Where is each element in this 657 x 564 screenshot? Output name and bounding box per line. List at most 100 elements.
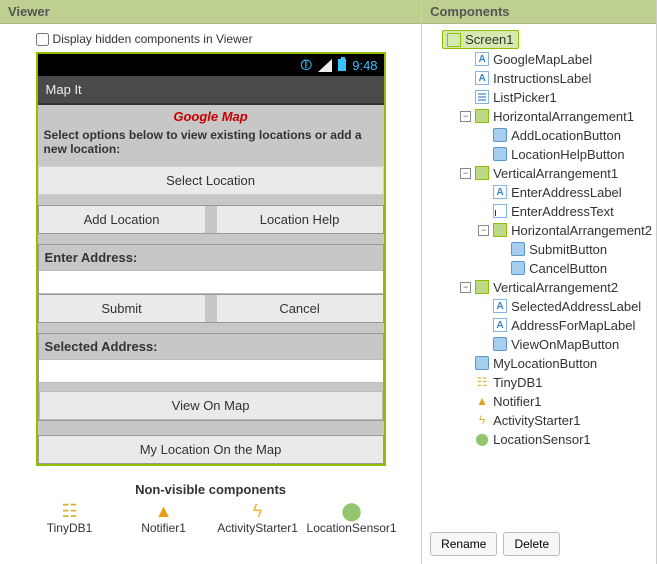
component-tree: Screen1 AGoogleMapLabel AInstructionsLab… bbox=[422, 24, 656, 524]
label-icon: A bbox=[493, 299, 507, 313]
vertical-arrangement-2[interactable]: Selected Address: View On Map bbox=[38, 333, 384, 421]
tree-node-horizontalarrangement2[interactable]: −HorizontalArrangement2 bbox=[478, 221, 652, 240]
database-icon: ☷ bbox=[61, 501, 77, 521]
tree-node-listpicker1[interactable]: ListPicker1 bbox=[460, 88, 652, 107]
button-icon bbox=[475, 356, 489, 370]
display-hidden-checkbox[interactable] bbox=[36, 33, 49, 46]
horizontal-arrangement-1[interactable]: Add Location Location Help bbox=[38, 205, 384, 234]
enter-address-label[interactable]: Enter Address: bbox=[39, 245, 383, 270]
bolt-icon: ϟ bbox=[253, 501, 263, 521]
harr2-gap bbox=[205, 295, 217, 322]
tree-node-addressformaplabel[interactable]: AAddressForMapLabel bbox=[478, 316, 652, 335]
pin-icon: ⬤ bbox=[341, 501, 361, 521]
collapse-icon[interactable]: − bbox=[460, 111, 471, 122]
tree-node-selectedaddresslabel[interactable]: ASelectedAddressLabel bbox=[478, 297, 652, 316]
tree-node-notifier1[interactable]: ▲Notifier1 bbox=[460, 392, 652, 411]
location-help-button[interactable]: Location Help bbox=[217, 206, 383, 233]
phone-preview: ⦷ 9:48 Map It Google Map Select options … bbox=[36, 52, 386, 466]
arrangement-icon bbox=[475, 280, 489, 294]
display-hidden-row: Display hidden components in Viewer bbox=[36, 32, 386, 46]
display-hidden-label: Display hidden components in Viewer bbox=[53, 32, 253, 46]
tree-node-locationsensor1[interactable]: ⬤LocationSensor1 bbox=[460, 430, 652, 449]
button-icon bbox=[511, 242, 525, 256]
screen-icon bbox=[447, 33, 461, 47]
label-icon: A bbox=[475, 52, 489, 66]
label-icon: A bbox=[493, 185, 507, 199]
collapse-icon[interactable]: − bbox=[460, 168, 471, 179]
label-icon: A bbox=[475, 71, 489, 85]
textbox-icon bbox=[493, 204, 507, 218]
components-panel: Components Screen1 AGoogleMapLabel AInst… bbox=[422, 0, 657, 564]
viewer-header: Viewer bbox=[0, 0, 421, 24]
button-icon bbox=[493, 128, 507, 142]
tree-node-submitbutton[interactable]: SubmitButton bbox=[496, 240, 652, 259]
nonvisible-tinydb[interactable]: ☷ TinyDB1 bbox=[30, 501, 110, 535]
tree-node-addlocationbutton[interactable]: AddLocationButton bbox=[478, 126, 652, 145]
button-icon bbox=[493, 337, 507, 351]
wifi-icon: ⦷ bbox=[300, 57, 312, 74]
nonvisible-title: Non-visible components bbox=[135, 482, 286, 497]
component-buttons: Rename Delete bbox=[422, 524, 656, 564]
rename-button[interactable]: Rename bbox=[430, 532, 497, 556]
tree-node-tinydb1[interactable]: ☷TinyDB1 bbox=[460, 373, 652, 392]
tree-node-instructionslabel[interactable]: AInstructionsLabel bbox=[460, 69, 652, 88]
horizontal-arrangement-2[interactable]: Submit Cancel bbox=[39, 294, 383, 322]
instructions-label[interactable]: Select options below to view existing lo… bbox=[38, 126, 384, 166]
google-map-label[interactable]: Google Map bbox=[38, 105, 384, 126]
submit-button[interactable]: Submit bbox=[39, 295, 205, 322]
tree-node-cancelbutton[interactable]: CancelButton bbox=[496, 259, 652, 278]
address-for-map-label[interactable] bbox=[39, 359, 383, 383]
tree-node-verticalarrangement2[interactable]: −VerticalArrangement2 bbox=[460, 278, 652, 297]
components-header: Components bbox=[422, 0, 656, 24]
my-location-button[interactable]: My Location On the Map bbox=[38, 435, 384, 464]
tree-node-horizontalarrangement1[interactable]: −HorizontalArrangement1 bbox=[460, 107, 652, 126]
tree-node-screen1[interactable]: Screen1 bbox=[442, 30, 518, 49]
nonvisible-row: ☷ TinyDB1 ▲ Notifier1 ϟ ActivityStarter1… bbox=[30, 501, 392, 535]
delete-button[interactable]: Delete bbox=[503, 532, 560, 556]
signal-icon bbox=[318, 59, 332, 72]
nonvisible-label: LocationSensor1 bbox=[307, 521, 397, 535]
app-titlebar: Map It bbox=[38, 76, 384, 105]
database-icon: ☷ bbox=[475, 375, 489, 389]
collapse-icon[interactable]: − bbox=[478, 225, 489, 236]
harr1-gap bbox=[205, 206, 217, 233]
screen-area: Google Map Select options below to view … bbox=[38, 105, 384, 464]
nonvisible-label: Notifier1 bbox=[141, 521, 186, 535]
bolt-icon: ϟ bbox=[475, 413, 489, 427]
tree-node-activitystarter1[interactable]: ϟActivityStarter1 bbox=[460, 411, 652, 430]
cancel-button[interactable]: Cancel bbox=[217, 295, 383, 322]
arrangement-icon bbox=[475, 109, 489, 123]
button-icon bbox=[493, 147, 507, 161]
status-bar: ⦷ 9:48 bbox=[38, 54, 384, 76]
nonvisible-locationsensor[interactable]: ⬤ LocationSensor1 bbox=[312, 501, 392, 535]
viewer-body: Display hidden components in Viewer ⦷ 9:… bbox=[0, 24, 421, 564]
tree-node-enteraddresslabel[interactable]: AEnterAddressLabel bbox=[478, 183, 652, 202]
label-icon: A bbox=[493, 318, 507, 332]
add-location-button[interactable]: Add Location bbox=[39, 206, 205, 233]
selected-address-label[interactable]: Selected Address: bbox=[39, 334, 383, 359]
warning-icon: ▲ bbox=[155, 501, 173, 521]
tree-node-verticalarrangement1[interactable]: −VerticalArrangement1 bbox=[460, 164, 652, 183]
tree-node-googlemaplabel[interactable]: AGoogleMapLabel bbox=[460, 50, 652, 69]
pin-icon: ⬤ bbox=[475, 432, 489, 446]
nonvisible-notifier[interactable]: ▲ Notifier1 bbox=[124, 501, 204, 535]
viewer-panel: Viewer Display hidden components in View… bbox=[0, 0, 422, 564]
warning-icon: ▲ bbox=[475, 394, 489, 408]
arrangement-icon bbox=[493, 223, 507, 237]
battery-icon bbox=[338, 59, 346, 71]
arrangement-icon bbox=[475, 166, 489, 180]
nonvisible-activitystarter[interactable]: ϟ ActivityStarter1 bbox=[218, 501, 298, 535]
tree-node-locationhelpbutton[interactable]: LocationHelpButton bbox=[478, 145, 652, 164]
vertical-arrangement-1[interactable]: Enter Address: Submit Cancel bbox=[38, 244, 384, 323]
nonvisible-label: ActivityStarter1 bbox=[217, 521, 298, 535]
enter-address-text[interactable] bbox=[39, 270, 383, 294]
tree-node-viewonmapbutton[interactable]: ViewOnMapButton bbox=[478, 335, 652, 354]
nonvisible-label: TinyDB1 bbox=[47, 521, 93, 535]
clock-text: 9:48 bbox=[352, 58, 377, 73]
button-icon bbox=[511, 261, 525, 275]
tree-node-mylocationbutton[interactable]: MyLocationButton bbox=[460, 354, 652, 373]
collapse-icon[interactable]: − bbox=[460, 282, 471, 293]
listpicker-select-location[interactable]: Select Location bbox=[38, 166, 384, 195]
tree-node-enteraddresstext[interactable]: EnterAddressText bbox=[478, 202, 652, 221]
view-on-map-button[interactable]: View On Map bbox=[39, 391, 383, 420]
